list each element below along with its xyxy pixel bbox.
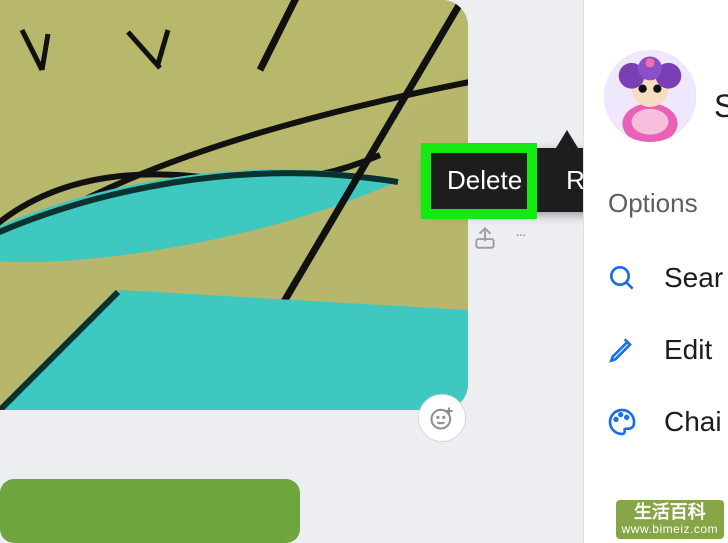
share-icon[interactable] [472, 225, 498, 251]
menu-item-change[interactable]: Chai [604, 404, 723, 440]
drawing-illustration [0, 0, 468, 410]
menu-item-edit[interactable]: Edit [604, 332, 723, 368]
message-image[interactable] [0, 0, 468, 410]
app-viewport: Delete React S Options [0, 0, 728, 543]
search-icon [604, 260, 640, 296]
user-name: S [714, 88, 728, 125]
options-heading: Options [608, 188, 698, 219]
watermark-url: www.bimeiz.com [622, 523, 718, 536]
add-reaction-button[interactable] [418, 394, 466, 442]
watermark-title: 生活百科 [634, 502, 706, 522]
more-icon[interactable] [508, 225, 534, 251]
details-panel: S Options Sear Edit Chai [583, 0, 728, 543]
source-watermark: 生活百科 www.bimeiz.com [616, 500, 724, 539]
menu-label: Edit [664, 334, 712, 366]
message-action-row [472, 225, 534, 251]
menu-label: Sear [664, 262, 723, 294]
palette-icon [604, 404, 640, 440]
outgoing-message-bubble[interactable] [0, 479, 300, 543]
user-avatar[interactable] [604, 50, 696, 142]
menu-item-search[interactable]: Sear [604, 260, 723, 296]
options-menu: Sear Edit Chai [604, 260, 723, 440]
menu-label: Chai [664, 406, 722, 438]
tooltip-caret-icon [556, 126, 578, 148]
delete-action[interactable]: Delete [425, 148, 544, 212]
pencil-icon [604, 332, 640, 368]
